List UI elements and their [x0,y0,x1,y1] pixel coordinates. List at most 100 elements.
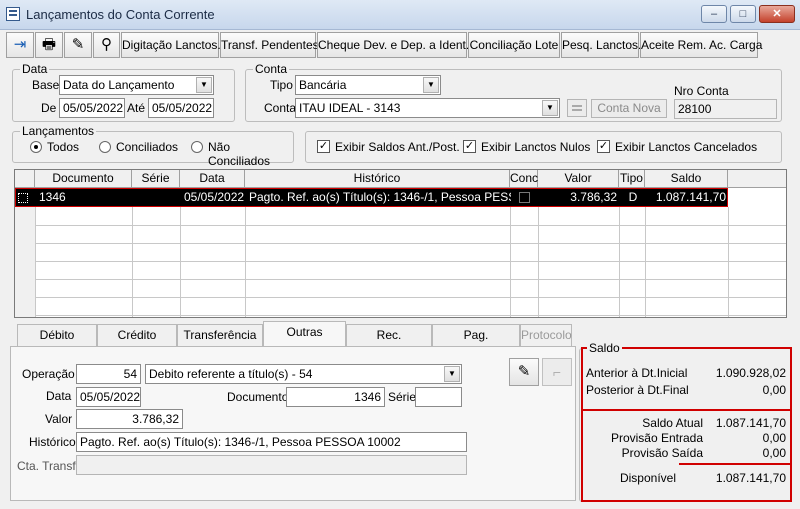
tab-transferencia[interactable]: Transferência [177,324,263,346]
col-header-serie[interactable]: Série [132,170,180,188]
saldo-atual-value: 1.087.141,70 [715,416,786,430]
valor-input[interactable]: 3.786,32 [76,409,183,429]
provisao-entrada-label: Provisão Entrada [610,431,703,445]
de-date-input[interactable]: 05/05/2022 [59,98,125,118]
grid-row-line [15,225,786,226]
tipo-select[interactable]: Bancária ▼ [295,75,441,95]
exibir-nulos-checkbox[interactable]: ✓ [463,140,476,153]
maximize-button[interactable]: □ [730,5,756,23]
radio-todos-circle[interactable] [30,141,42,153]
transf-pendentes-button[interactable]: Transf. Pendentes [220,32,319,58]
col-header-tipo[interactable]: Tipo [619,170,645,188]
grid-row-line [15,279,786,280]
print-icon: 🖶 [41,36,57,53]
grid-col-line [510,207,511,317]
chevron-down-icon[interactable]: ▼ [444,366,460,382]
col-header-conc[interactable]: Conc [510,170,538,188]
ate-date-input[interactable]: 05/05/2022 [148,98,214,118]
conta-nova-button[interactable]: Conta Nova [591,99,667,118]
grid-col-line [619,207,620,317]
operacao-code-input[interactable]: 54 [76,364,141,384]
radio-conciliados-circle[interactable] [99,141,111,153]
tab-rec-antecipado[interactable]: Rec. Antecipado [346,324,432,363]
grid-col-line [35,207,36,317]
exibir-saldos-checkbox[interactable]: ✓ [317,140,330,153]
conta-lookup-button[interactable] [567,99,587,117]
historico-input[interactable]: Pagto. Ref. ao(s) Título(s): 1346-/1, Pe… [76,432,467,452]
col-header-historico[interactable]: Histórico [245,170,510,188]
cheque-dev-button[interactable]: Cheque Dev. e Dep. a Ident. [317,32,469,58]
grid-col-line [245,207,246,317]
row-indicator-icon [18,193,28,203]
cta-transf-input [76,455,467,475]
cell-saldo: 1.087.141,70 [655,190,726,204]
exit-icon: ⇥ [13,36,27,53]
table-row[interactable]: 1346 05/05/2022 Pagto. Ref. ao(s) Título… [15,188,728,207]
historico-label: Histórico [29,435,76,449]
de-label: De [41,101,57,115]
col-header-data[interactable]: Data [180,170,245,188]
serie-input[interactable] [415,387,462,407]
radio-todos-label: Todos [47,140,80,154]
col-header-valor[interactable]: Valor [538,170,619,188]
grid-row-line [15,315,786,316]
tipo-label: Tipo [270,78,293,92]
grid-row-line [15,243,786,244]
chevron-down-icon[interactable]: ▼ [542,100,558,116]
digitacao-lanctos-button[interactable]: Digitação Lanctos. [121,32,221,58]
base-select[interactable]: Data do Lançamento ▼ [59,75,214,95]
chevron-down-icon[interactable]: ▼ [196,77,212,93]
lancamentos-grid[interactable]: Documento Série Data Histórico Conc Valo… [14,169,787,318]
grid-row-line [15,297,786,298]
minimize-button[interactable]: – [701,5,727,23]
tab-outras[interactable]: Outras [263,321,346,347]
steps-button[interactable]: ⌐ [542,358,572,386]
col-header-saldo[interactable]: Saldo [645,170,728,188]
exibir-saldos-label: Exibir Saldos Ant./Post. [335,140,460,154]
ate-label: Até [127,101,146,115]
app-window-icon [6,7,20,21]
eraser-button[interactable]: ✎ [64,32,92,58]
grid-col-line [132,207,133,317]
grid-col-line [538,207,539,317]
operacao-select[interactable]: Debito referente a título(s) - 54 ▼ [145,364,462,384]
grid-indicator-column [15,207,35,317]
serie-label: Série [388,390,417,404]
edit-button[interactable]: ✎ [509,358,539,386]
disponivel-value: 1.087.141,70 [715,471,786,485]
conta-label: Conta [264,101,297,115]
pesq-lanctos-button[interactable]: Pesq. Lanctos. [561,32,641,58]
data-label: Data [46,389,72,403]
data-input[interactable]: 05/05/2022 [76,387,141,407]
grid-col-line [180,207,181,317]
col-header-documento[interactable]: Documento [35,170,132,188]
cell-conc-checkbox[interactable] [519,192,530,203]
grid-header-filler [728,170,786,188]
cell-valor: 3.786,32 [570,190,617,204]
grid-col-line [728,207,729,317]
tipo-select-value: Bancária [299,78,347,92]
conciliacao-lote-button[interactable]: Conciliação Lote [468,32,560,58]
tab-protocolo[interactable]: Protocolo [520,324,572,346]
tab-debito[interactable]: Débito [17,324,97,346]
exibir-cancelados-checkbox[interactable]: ✓ [597,140,610,153]
radio-nao-conciliados-circle[interactable] [191,141,203,153]
close-button[interactable]: ✕ [759,5,795,23]
chevron-down-icon[interactable]: ▼ [423,77,439,93]
valor-label: Valor [45,412,73,426]
provisao-entrada-value: 0,00 [762,431,786,445]
aceite-rem-button[interactable]: Aceite Rem. Ac. Carga [640,32,762,58]
cta-transf-label: Cta. Transf. [17,459,80,473]
provisao-saida-value: 0,00 [762,446,786,460]
conta-select[interactable]: ITAU IDEAL - 3143 ▼ [295,98,560,118]
search-button[interactable]: ⚲ [93,32,120,58]
print-button[interactable]: 🖶 [35,32,63,58]
anterior-value: 1.090.928,02 [715,366,786,380]
tab-pag-antecipado[interactable]: Pag. Antecipado [432,324,520,363]
base-select-value: Data do Lançamento [63,78,175,92]
tab-credito[interactable]: Crédito [97,324,177,346]
toolbar: ⇥ 🖶 ✎ ⚲ Digitação Lanctos. Transf. Pende… [6,32,762,58]
exit-button[interactable]: ⇥ [6,32,34,58]
saldo-atual-label: Saldo Atual [642,416,703,430]
documento-input[interactable]: 1346 [286,387,385,407]
